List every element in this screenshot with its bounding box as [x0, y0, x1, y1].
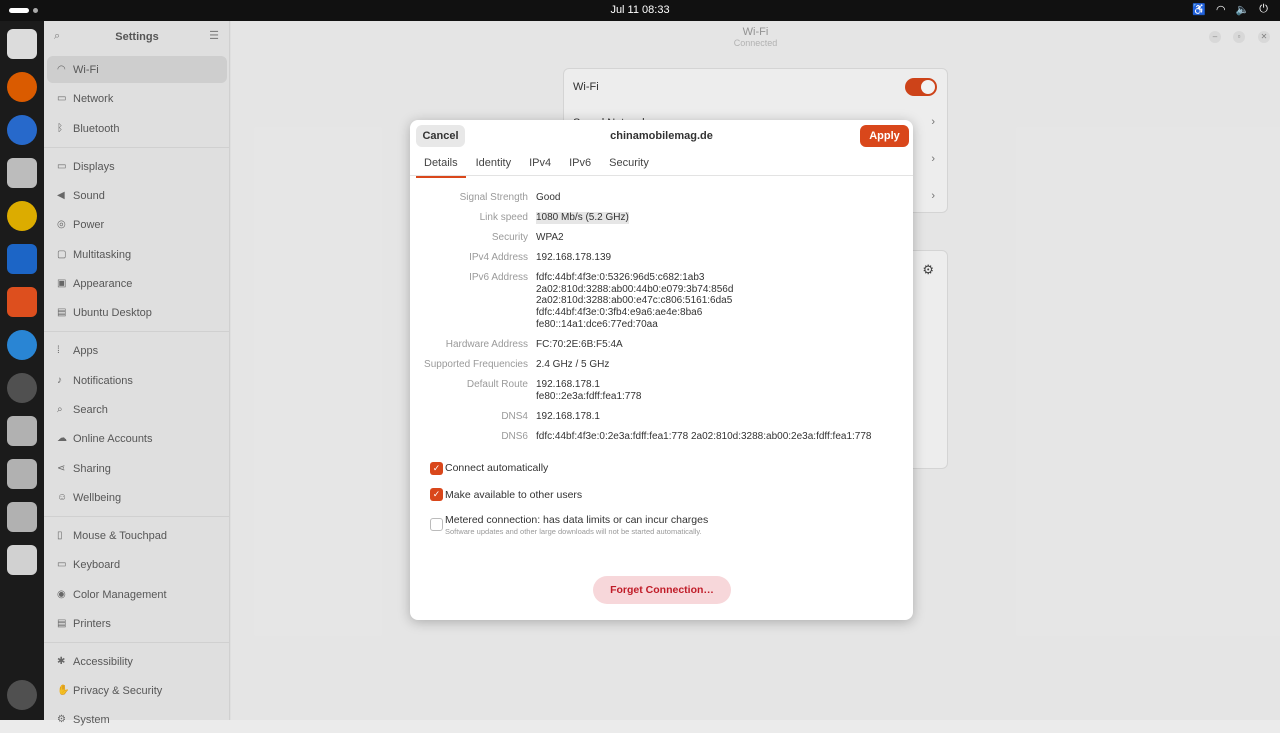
detail-value: Good — [536, 192, 561, 203]
volume-icon[interactable]: 🔈 — [1236, 3, 1250, 16]
available-to-users-label[interactable]: Make available to other users — [445, 489, 582, 501]
connect-automatically-checkbox[interactable]: ✓ — [430, 462, 443, 475]
detail-label: IPv4 Address — [469, 252, 528, 263]
available-to-users-checkbox[interactable]: ✓ — [430, 488, 443, 501]
detail-label: Default Route — [466, 379, 528, 390]
detail-label: IPv6 Address — [469, 272, 528, 283]
top-bar: Jul 11 08:33 ♿ ◠ 🔈 ⏻ — [0, 0, 1280, 21]
accessibility-icon[interactable]: ♿ — [1192, 3, 1206, 16]
detail-label: DNS6 — [501, 431, 528, 442]
apply-button[interactable]: Apply — [860, 125, 909, 147]
detail-label: Signal Strength — [459, 192, 528, 203]
detail-value[interactable]: 1080 Mb/s (5.2 GHz) — [536, 212, 629, 224]
metered-connection-checkbox[interactable] — [430, 518, 443, 531]
detail-value: fdfc:44bf:4f3e:0:5326:96d5:c682:1ab3 2a0… — [536, 272, 734, 330]
detail-value: fdfc:44bf:4f3e:0:2e3a:fdff:fea1:778 2a02… — [536, 431, 872, 442]
detail-value: 192.168.178.1 — [536, 411, 600, 422]
connect-automatically-label[interactable]: Connect automatically — [445, 462, 548, 474]
detail-label: DNS4 — [501, 411, 528, 422]
power-icon[interactable]: ⏻ — [1259, 3, 1268, 16]
detail-label: Supported Frequencies — [424, 359, 528, 370]
detail-label: Security — [491, 232, 528, 243]
detail-value: FC:70:2E:6B:F5:4A — [536, 339, 623, 350]
metered-connection-hint: Software updates and other large downloa… — [445, 527, 702, 536]
connection-dialog: Cancel chinamobilemag.de Apply Details I… — [410, 120, 913, 620]
system-tray[interactable]: ♿ ◠ 🔈 ⏻ — [1192, 3, 1268, 16]
forget-connection-button[interactable]: Forget Connection… — [593, 576, 731, 604]
dialog-title: chinamobilemag.de — [610, 130, 713, 142]
detail-value: 192.168.178.139 — [536, 252, 612, 263]
detail-label: Link speed — [479, 212, 528, 223]
detail-value: WPA2 — [536, 232, 564, 243]
detail-value: 2.4 GHz / 5 GHz — [536, 359, 610, 370]
metered-connection-label[interactable]: Metered connection: has data limits or c… — [445, 514, 708, 526]
wifi-icon[interactable]: ◠ — [1216, 3, 1226, 16]
clock[interactable]: Jul 11 08:33 — [0, 4, 1280, 16]
detail-value: 192.168.178.1 fe80::2e3a:fdff:fea1:778 — [536, 379, 642, 402]
detail-label: Hardware Address — [445, 339, 528, 350]
